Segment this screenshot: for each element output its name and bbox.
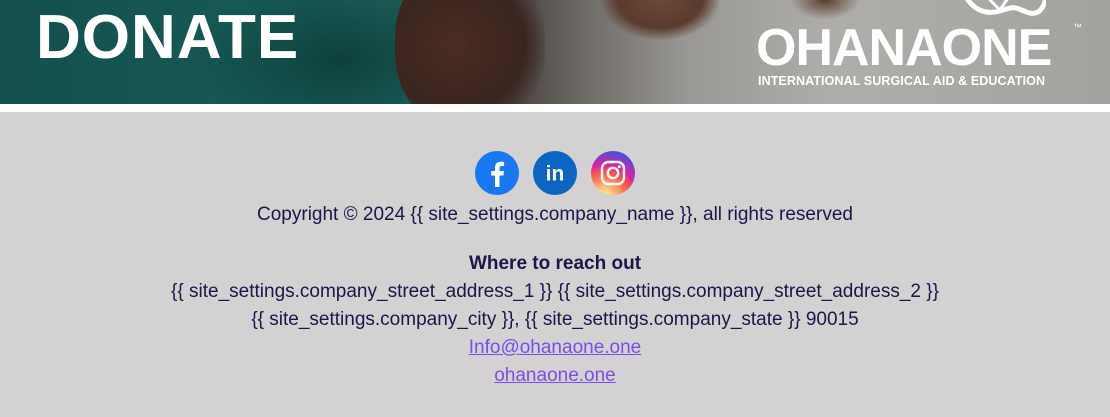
banner-divider (0, 104, 1110, 112)
reach-heading: Where to reach out (468, 253, 642, 274)
footer: in Copyright © 2024 {{ site_settings.com… (0, 112, 1110, 417)
linkedin-icon: in (546, 163, 565, 186)
copyright-text: Copyright © 2024 {{ site_settings.compan… (257, 204, 853, 225)
instagram-icon (600, 160, 626, 186)
email-link[interactable]: Info@ohanaone.one (469, 337, 642, 358)
logo-wordmark: OHANAONE ™ (756, 19, 1082, 77)
address-line-1: {{ site_settings.company_street_address_… (171, 281, 939, 302)
facebook-icon (491, 161, 505, 187)
donate-banner[interactable]: DONATE OHANAONE ™ INTERNATIONAL SURGICAL … (0, 0, 1110, 104)
instagram-link[interactable] (591, 151, 635, 195)
social-links: in (0, 151, 1110, 195)
logo-tagline: INTERNATIONAL SURGICAL AID & EDUCATION (758, 74, 1046, 88)
facebook-link[interactable] (475, 151, 519, 195)
ohanaone-logo[interactable]: OHANAONE ™ INTERNATIONAL SURGICAL AID & E… (756, 0, 1086, 100)
trademark-symbol: ™ (1073, 22, 1082, 32)
donate-title[interactable]: DONATE (36, 2, 299, 74)
banner-photo-arm (395, 0, 545, 104)
svg-text:in: in (546, 163, 565, 186)
address-line-2: {{ site_settings.company_city }}, {{ sit… (251, 309, 859, 330)
linkedin-link[interactable]: in (533, 151, 577, 195)
website-link[interactable]: ohanaone.one (494, 365, 616, 386)
banner-photo-hand (600, 0, 720, 40)
